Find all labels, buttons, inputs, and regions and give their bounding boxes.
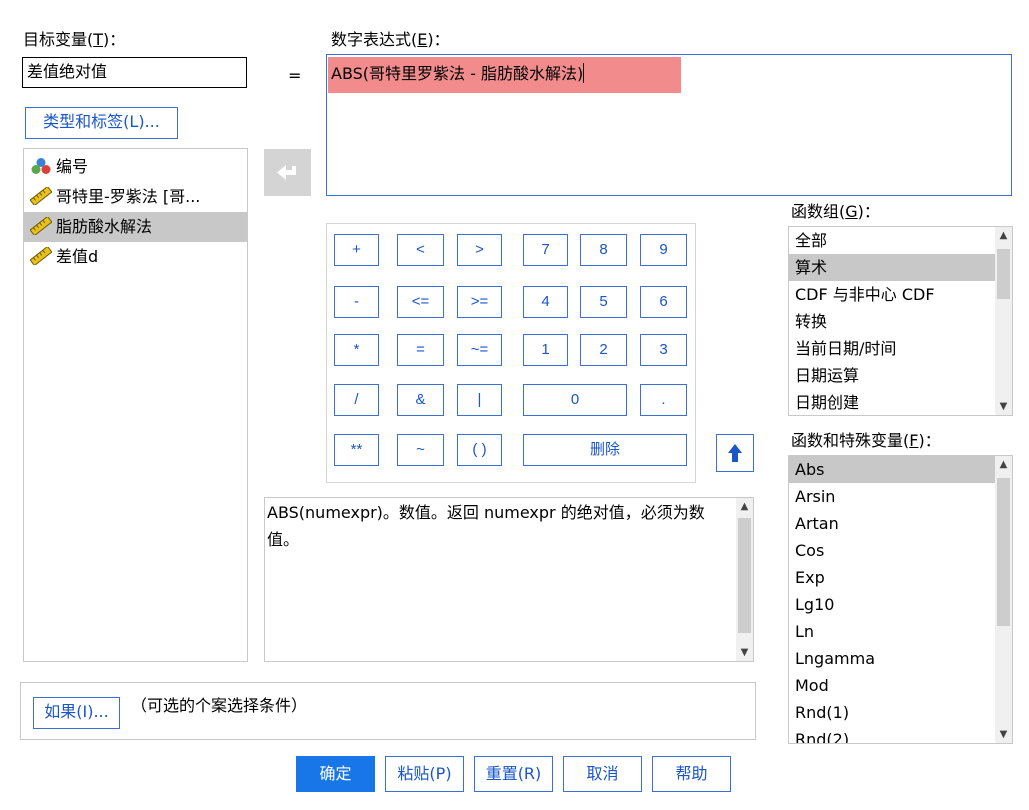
list-item[interactable]: Mod [789,672,1012,699]
digit-6-button[interactable]: 6 [640,286,687,318]
ruler-icon [29,185,53,207]
function-description: ABS(numexpr)。数值。返回 numexpr 的绝对值，必须为数值。 ▲… [264,497,754,662]
list-item[interactable]: 差值d [24,242,247,272]
description-text: ABS(numexpr)。数值。返回 numexpr 的绝对值，必须为数值。 [267,503,705,549]
cancel-button[interactable]: 取消 [563,756,642,792]
digit-9-button[interactable]: 9 [640,234,687,266]
list-item[interactable]: Cos [789,537,1012,564]
list-item[interactable]: 全部 [789,227,1012,254]
numeric-expression-input[interactable]: ABS(哥特里罗紫法 - 脂肪酸水解法) [326,54,1012,196]
ruler-icon [29,245,53,267]
case-selection-panel: 如果(I)... （可选的个案选择条件） [20,682,756,740]
ok-button[interactable]: 确定 [296,756,375,792]
list-item[interactable]: Lngamma [789,645,1012,672]
up-arrow-icon [728,444,742,462]
digit-5-button[interactable]: 5 [580,286,627,318]
power-button[interactable]: ** [334,434,379,466]
target-variable-input[interactable]: 差值绝对值 [22,57,247,88]
divide-button[interactable]: / [334,384,379,416]
equal-button[interactable]: = [397,334,444,366]
description-scrollbar[interactable]: ▲ ▼ [736,498,753,661]
equals-sign: = [288,66,302,85]
scroll-down-icon[interactable]: ▼ [995,726,1012,743]
digit-3-button[interactable]: 3 [640,334,687,366]
condition-hint: （可选的个案选择条件） [131,696,308,715]
list-item[interactable]: CDF 与非中心 CDF [789,281,1012,308]
digit-0-button[interactable]: 0 [523,384,627,416]
list-item[interactable]: 日期运算 [789,362,1012,389]
list-item[interactable]: Arsin [789,483,1012,510]
list-item[interactable]: 哥特里-罗紫法 [哥... [24,182,247,212]
scroll-thumb[interactable] [738,518,751,633]
type-and-label-button[interactable]: 类型和标签(L)... [25,107,178,139]
variable-list[interactable]: 编号 哥特里-罗紫法 [哥... 脂肪酸水解法 差值d [23,148,248,662]
functions-scrollbar[interactable]: ▲ ▼ [995,456,1012,743]
list-item[interactable]: Ln [789,618,1012,645]
list-item[interactable]: 转换 [789,308,1012,335]
target-variable-label: 目标变量(T)： [23,30,126,49]
functions-label: 函数和特殊变量(F)： [791,431,941,450]
list-item[interactable]: 算术 [789,254,1012,281]
list-item[interactable]: Rnd(1) [789,699,1012,726]
function-group-label: 函数组(G)： [791,202,880,221]
greater-than-button[interactable]: > [457,234,502,266]
numeric-expression-label: 数字表达式(E)： [331,30,450,49]
digit-4-button[interactable]: 4 [523,286,568,318]
scroll-thumb[interactable] [997,249,1010,299]
list-item[interactable]: Exp [789,564,1012,591]
less-equal-button[interactable]: <= [397,286,444,318]
scroll-thumb[interactable] [997,478,1010,626]
plus-button[interactable]: + [334,234,379,266]
list-item[interactable]: 脂肪酸水解法 [24,212,247,242]
list-item[interactable]: 当前日期/时间 [789,335,1012,362]
digit-8-button[interactable]: 8 [580,234,627,266]
scroll-down-icon[interactable]: ▼ [736,644,753,661]
reset-button[interactable]: 重置(R) [474,756,553,792]
greater-equal-button[interactable]: >= [457,286,502,318]
expression-text: ABS(哥特里罗紫法 - 脂肪酸水解法) [331,63,585,83]
not-equal-button[interactable]: ~= [457,334,502,366]
and-button[interactable]: & [397,384,444,416]
paste-button[interactable]: 粘贴(P) [385,756,464,792]
move-to-expression-button[interactable] [264,149,311,196]
function-group-list[interactable]: 全部 算术 CDF 与非中心 CDF 转换 当前日期/时间 日期运算 日期创建 … [788,226,1013,416]
if-button[interactable]: 如果(I)... [33,697,120,729]
list-item[interactable]: Abs [789,456,1012,483]
minus-button[interactable]: - [334,286,379,318]
multiply-button[interactable]: * [334,334,379,366]
scroll-up-icon[interactable]: ▲ [995,227,1012,244]
left-arrow-icon [277,165,296,180]
function-group-scrollbar[interactable]: ▲ ▼ [995,227,1012,415]
ruler-icon [29,215,53,237]
list-item[interactable]: 日期创建 [789,389,1012,415]
list-item[interactable]: Lg10 [789,591,1012,618]
calculator-keypad: + < > 7 8 9 - <= >= 4 5 6 * = ~= 1 2 3 /… [326,223,696,483]
or-button[interactable]: | [457,384,502,416]
scroll-down-icon[interactable]: ▼ [995,398,1012,415]
digit-2-button[interactable]: 2 [580,334,627,366]
nominal-balls-icon [30,155,52,174]
decimal-point-button[interactable]: . [640,384,687,416]
list-item[interactable]: Artan [789,510,1012,537]
scroll-up-icon[interactable]: ▲ [995,456,1012,473]
scroll-up-icon[interactable]: ▲ [736,498,753,515]
less-than-button[interactable]: < [397,234,444,266]
list-item[interactable]: Rnd(2) [789,726,1012,743]
not-button[interactable]: ~ [397,434,444,466]
insert-function-button[interactable] [716,434,754,472]
digit-7-button[interactable]: 7 [523,234,568,266]
list-item[interactable]: 编号 [24,152,247,182]
help-button[interactable]: 帮助 [652,756,731,792]
delete-button[interactable]: 删除 [523,434,687,466]
functions-list[interactable]: Abs Arsin Artan Cos Exp Lg10 Ln Lngamma … [788,455,1013,744]
text-cursor [583,63,585,83]
digit-1-button[interactable]: 1 [523,334,568,366]
parentheses-button[interactable]: ( ) [457,434,502,466]
